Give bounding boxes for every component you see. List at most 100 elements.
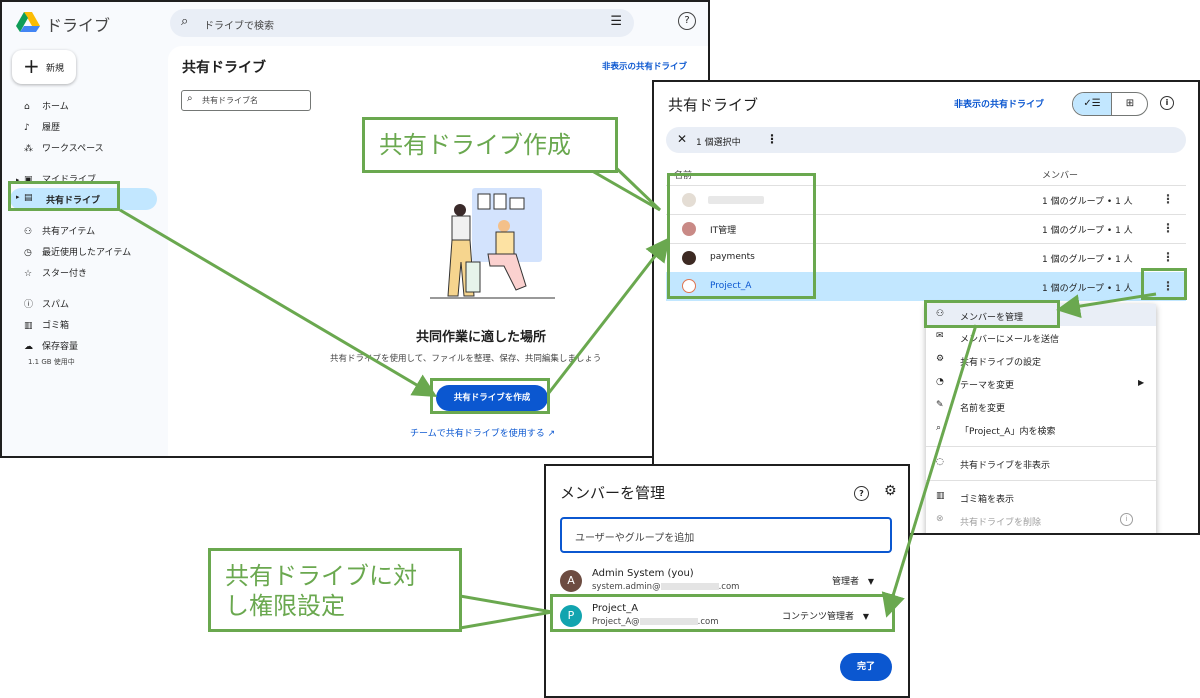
palette-icon: ◔	[936, 377, 944, 387]
sidebar-item-starred[interactable]: ☆ スター付き	[24, 266, 87, 279]
search-icon: ⌕	[187, 93, 193, 104]
drive-filter-input[interactable]: ⌕ 共有ドライブ名	[181, 90, 311, 111]
gear-icon[interactable]: ⚙	[884, 483, 897, 499]
add-people-placeholder: ユーザーやグループを追加	[575, 533, 695, 544]
sidebar-item-home[interactable]: ⌂ ホーム	[24, 99, 69, 112]
page-title: 共有ドライブ	[182, 60, 266, 76]
dropdown-arrow-icon: ▼	[867, 577, 875, 586]
sidebar-item-spam[interactable]: ⓘ スパム	[24, 297, 69, 310]
member-email-tail: .com	[718, 582, 740, 592]
menu-item-label: 「Project_A」内を検索	[960, 427, 1056, 437]
gear-icon: ⚙	[936, 354, 945, 364]
row-more-icon[interactable]: ⋮	[1162, 221, 1174, 235]
spam-icon: ⓘ	[24, 300, 34, 310]
view-toggle[interactable]: ✓☰ ⊞	[1072, 92, 1148, 116]
done-button-label: 完了	[856, 662, 875, 672]
menu-item-rename[interactable]: ✎ 名前を変更	[926, 395, 1156, 418]
sidebar-item-history[interactable]: ♪ 履歴	[24, 120, 60, 133]
sidebar-item-label: ゴミ箱	[42, 321, 70, 331]
sidebar-item-label: スター付き	[42, 269, 88, 279]
list-title: 共有ドライブ	[668, 96, 759, 114]
sidebar-item-trash[interactable]: ▥ ゴミ箱	[24, 318, 69, 331]
trash-icon: ▥	[936, 491, 945, 501]
search-options-icon[interactable]: ☰	[610, 14, 622, 29]
info-icon: i	[1120, 513, 1133, 526]
add-people-input[interactable]: ユーザーやグループを追加	[560, 517, 892, 553]
highlight-shared-drives-nav	[8, 181, 120, 211]
drive-logo-icon	[16, 12, 40, 32]
drive-members: 1 個のグループ • 1 人	[1042, 284, 1133, 294]
manage-members-dialog: メンバーを管理 ? ⚙ ユーザーやグループを追加 A Admin System …	[544, 464, 910, 698]
callout-permission-line1: 共有ドライブに対	[225, 562, 417, 590]
callout-create-drive: 共有ドライブ作成	[362, 117, 618, 173]
close-icon[interactable]: ✕	[677, 132, 687, 146]
menu-item-change-theme[interactable]: ◔ テーマを変更 ▶	[926, 372, 1156, 395]
sidebar-item-label: ホーム	[42, 102, 69, 112]
sidebar-item-label: スパム	[42, 300, 70, 310]
menu-divider	[926, 480, 1156, 481]
row-more-icon[interactable]: ⋮	[1162, 192, 1174, 206]
team-link-label: チームで共有ドライブを使用する	[410, 429, 545, 439]
member-name: Admin System (you)	[592, 568, 694, 579]
home-icon: ⌂	[24, 102, 30, 112]
new-button[interactable]: + 新規	[12, 50, 76, 84]
menu-item-view-trash[interactable]: ▥ ゴミ箱を表示	[926, 486, 1156, 509]
member-email-local: system.admin@	[592, 582, 661, 592]
menu-item-delete-drive[interactable]: ⊗ 共有ドライブを削除 i	[926, 509, 1156, 532]
menu-item-label: メンバーにメールを送信	[960, 335, 1060, 345]
external-link-icon: ↗	[547, 429, 556, 439]
sidebar-item-label: 最近使用したアイテム	[42, 248, 132, 258]
role-label: 管理者	[832, 577, 860, 587]
column-header-members: メンバー	[1042, 171, 1079, 181]
sidebar-item-recent[interactable]: ◷ 最近使用したアイテム	[24, 245, 131, 258]
menu-item-email-members[interactable]: ✉ メンバーにメールを送信	[926, 326, 1156, 349]
mail-icon: ✉	[936, 331, 944, 341]
sidebar-item-shared-with-me[interactable]: ⚇ 共有アイテム	[24, 224, 95, 237]
search-icon: ⌕	[936, 423, 942, 433]
trash-icon: ▥	[24, 321, 33, 331]
callout-create-text: 共有ドライブ作成	[379, 131, 571, 159]
hidden-drives-link[interactable]: 非表示の共有ドライブ	[602, 60, 687, 72]
team-shared-drive-link[interactable]: チームで共有ドライブを使用する ↗	[410, 426, 555, 439]
dialog-title: メンバーを管理	[560, 484, 666, 502]
member-row: A Admin System (you) system.admin@ .com 管…	[546, 564, 908, 598]
menu-item-drive-settings[interactable]: ⚙ 共有ドライブの設定	[926, 349, 1156, 372]
grid-view-button[interactable]: ⊞	[1111, 93, 1147, 115]
search-bar[interactable]: ⌕ ドライブで検索 ☰	[170, 9, 634, 37]
grid-icon: ⊞	[1125, 98, 1135, 109]
star-icon: ☆	[24, 269, 33, 279]
check-list-icon: ✓☰	[1083, 98, 1101, 109]
more-actions-icon[interactable]: ⋮	[766, 132, 778, 146]
pencil-icon: ✎	[936, 400, 944, 410]
highlight-project-member	[550, 594, 895, 632]
row-more-icon[interactable]: ⋮	[1162, 250, 1174, 264]
list-view-button[interactable]: ✓☰	[1073, 93, 1111, 115]
menu-item-search-in-drive[interactable]: ⌕ 「Project_A」内を検索	[926, 418, 1156, 441]
help-icon[interactable]: ?	[678, 12, 696, 30]
role-select[interactable]: 管理者 ▼	[832, 574, 874, 587]
hidden-drives-link[interactable]: 非表示の共有ドライブ	[954, 97, 1044, 110]
sidebar-item-label: 保存容量	[42, 342, 79, 352]
menu-item-hide-drive[interactable]: ◌ 共有ドライブを非表示	[926, 452, 1156, 475]
menu-item-label: 名前を変更	[960, 404, 1006, 414]
app-title: ドライブ	[46, 16, 111, 35]
avatar: A	[560, 570, 582, 592]
highlight-drive-list	[667, 173, 816, 299]
info-icon[interactable]: i	[1160, 96, 1174, 110]
help-icon[interactable]: ?	[854, 486, 869, 501]
plus-icon: +	[23, 54, 40, 78]
drive-members: 1 個のグループ • 1 人	[1042, 226, 1133, 236]
new-button-label: 新規	[46, 64, 65, 74]
drive-main-window: ドライブ ⌕ ドライブで検索 ☰ ? + 新規 ⌂ ホーム ♪ 履歴 ⁂ ワークスペー…	[0, 0, 710, 458]
search-input[interactable]: ドライブで検索	[204, 17, 274, 32]
highlight-create-button	[430, 378, 550, 414]
done-button[interactable]: 完了	[840, 653, 892, 681]
drive-filter-placeholder: 共有ドライブ名	[202, 96, 258, 105]
sidebar-item-label: 履歴	[42, 123, 61, 133]
sidebar-item-workspace[interactable]: ⁂ ワークスペース	[24, 141, 104, 154]
menu-divider	[926, 446, 1156, 447]
member-email: system.admin@ .com	[592, 582, 739, 592]
sidebar-item-storage[interactable]: ☁ 保存容量	[24, 339, 78, 352]
bell-icon: ♪	[24, 123, 30, 133]
drive-members: 1 個のグループ • 1 人	[1042, 197, 1133, 207]
